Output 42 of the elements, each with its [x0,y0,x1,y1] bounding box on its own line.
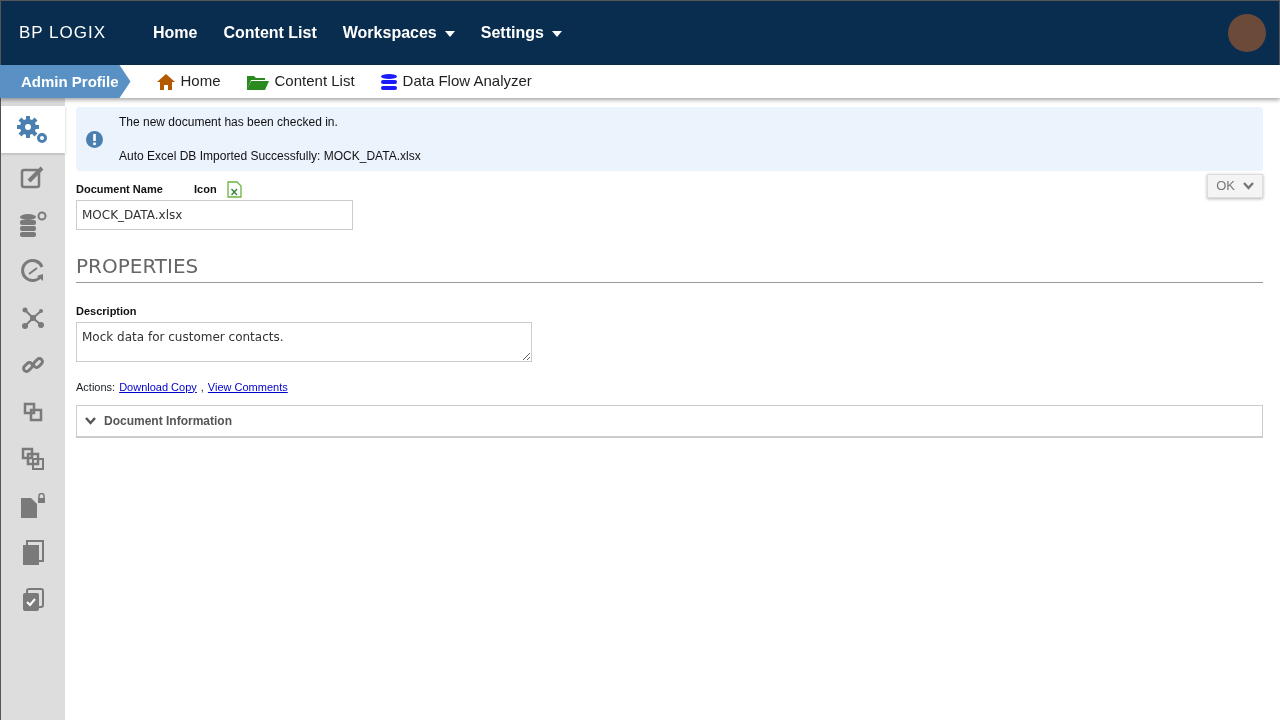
network-icon [21,306,45,329]
description-field[interactable]: Mock data for customer contacts. [76,321,532,362]
nav-link[interactable]: Content List [223,21,317,45]
chevron-down-icon [85,417,96,425]
brand-logo[interactable]: BP LOGIX [19,20,129,46]
chevron-down-icon [1243,181,1254,190]
spreadsheet-file-icon [226,181,242,198]
nav-link[interactable]: Settings [480,21,562,45]
squares-icon [23,401,43,422]
action-link[interactable]: View Comments [207,378,288,395]
checked-document-icon [22,587,44,612]
sidebar-item[interactable] [1,106,65,153]
actions-label: Actions: [76,379,116,395]
clock-refresh-icon [21,258,45,283]
document-information-panel[interactable]: Document Information [76,405,1263,438]
field-label: Icon [194,182,217,198]
field-label: Description [76,304,138,319]
panel-title: Document Information [104,413,232,430]
home-icon [156,73,175,90]
gears-icon [16,114,50,145]
alert-message: The new document has been checked in. [119,114,339,131]
field-label: Document Name [76,182,164,198]
nav-link[interactable]: Workspaces [342,21,455,45]
stacked-squares-icon [21,446,45,471]
action-link[interactable]: Download Copy [119,378,197,395]
user-avatar[interactable] [1228,14,1266,52]
database-plus-icon [19,210,47,237]
copies-icon [22,539,44,566]
ok-button[interactable]: OK [1207,174,1263,198]
breadcrumb-link[interactable]: Content List [246,70,355,93]
document-lock-icon [20,492,46,519]
document-name-field[interactable]: MOCK_DATA.xlsx [76,200,353,230]
breadcrumb-link[interactable]: Home [156,70,221,93]
alert-message: Auto Excel DB Imported Successfully: MOCK_DATA.xlsx [119,148,421,165]
nav-link[interactable]: Home [153,21,198,45]
breadcrumb-link[interactable]: Data Flow Analyzer [380,70,532,93]
section-heading: PROPERTIES [76,254,1263,283]
database-icon [380,73,397,90]
info-icon [86,130,103,148]
separator-text: , [200,379,204,395]
edit-icon [20,164,46,189]
folder-icon [246,73,269,90]
